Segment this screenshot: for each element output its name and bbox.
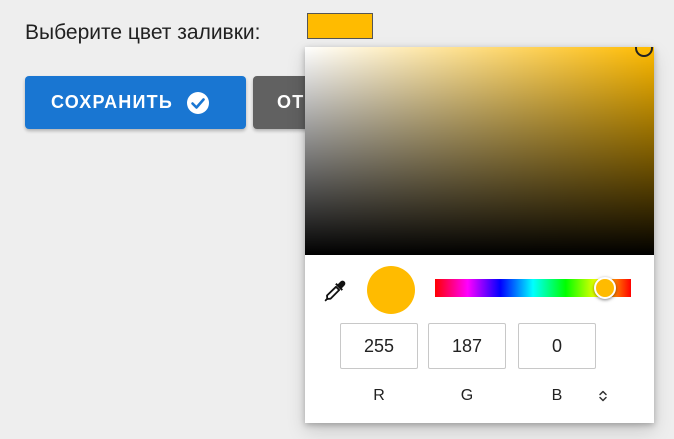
- blue-channel-input[interactable]: [518, 323, 596, 369]
- blue-channel-label: B: [551, 387, 563, 404]
- save-button[interactable]: СОХРАНИТЬ: [25, 76, 246, 129]
- green-channel-input[interactable]: [428, 323, 506, 369]
- green-channel-label: G: [460, 387, 474, 404]
- red-channel-input[interactable]: [340, 323, 418, 369]
- fill-color-label: Выберите цвет заливки:: [25, 21, 261, 44]
- eyedropper-icon[interactable]: [323, 279, 347, 303]
- save-button-label: СОХРАНИТЬ: [51, 92, 173, 112]
- cancel-button-label: ОТ: [277, 92, 305, 112]
- up-down-arrows-icon[interactable]: [595, 388, 611, 404]
- fill-color-swatch[interactable]: [307, 13, 373, 39]
- saturation-value-cursor[interactable]: [635, 47, 653, 57]
- color-picker-popover: R G B: [305, 47, 654, 423]
- check-circle-icon: [186, 91, 210, 115]
- page: Выберите цвет заливки: СОХРАНИТЬ ОТ 255 …: [0, 0, 674, 439]
- color-preview: [367, 266, 415, 314]
- hue-slider-thumb[interactable]: [594, 277, 616, 299]
- saturation-value-area[interactable]: [305, 47, 654, 255]
- red-channel-label: R: [373, 387, 385, 404]
